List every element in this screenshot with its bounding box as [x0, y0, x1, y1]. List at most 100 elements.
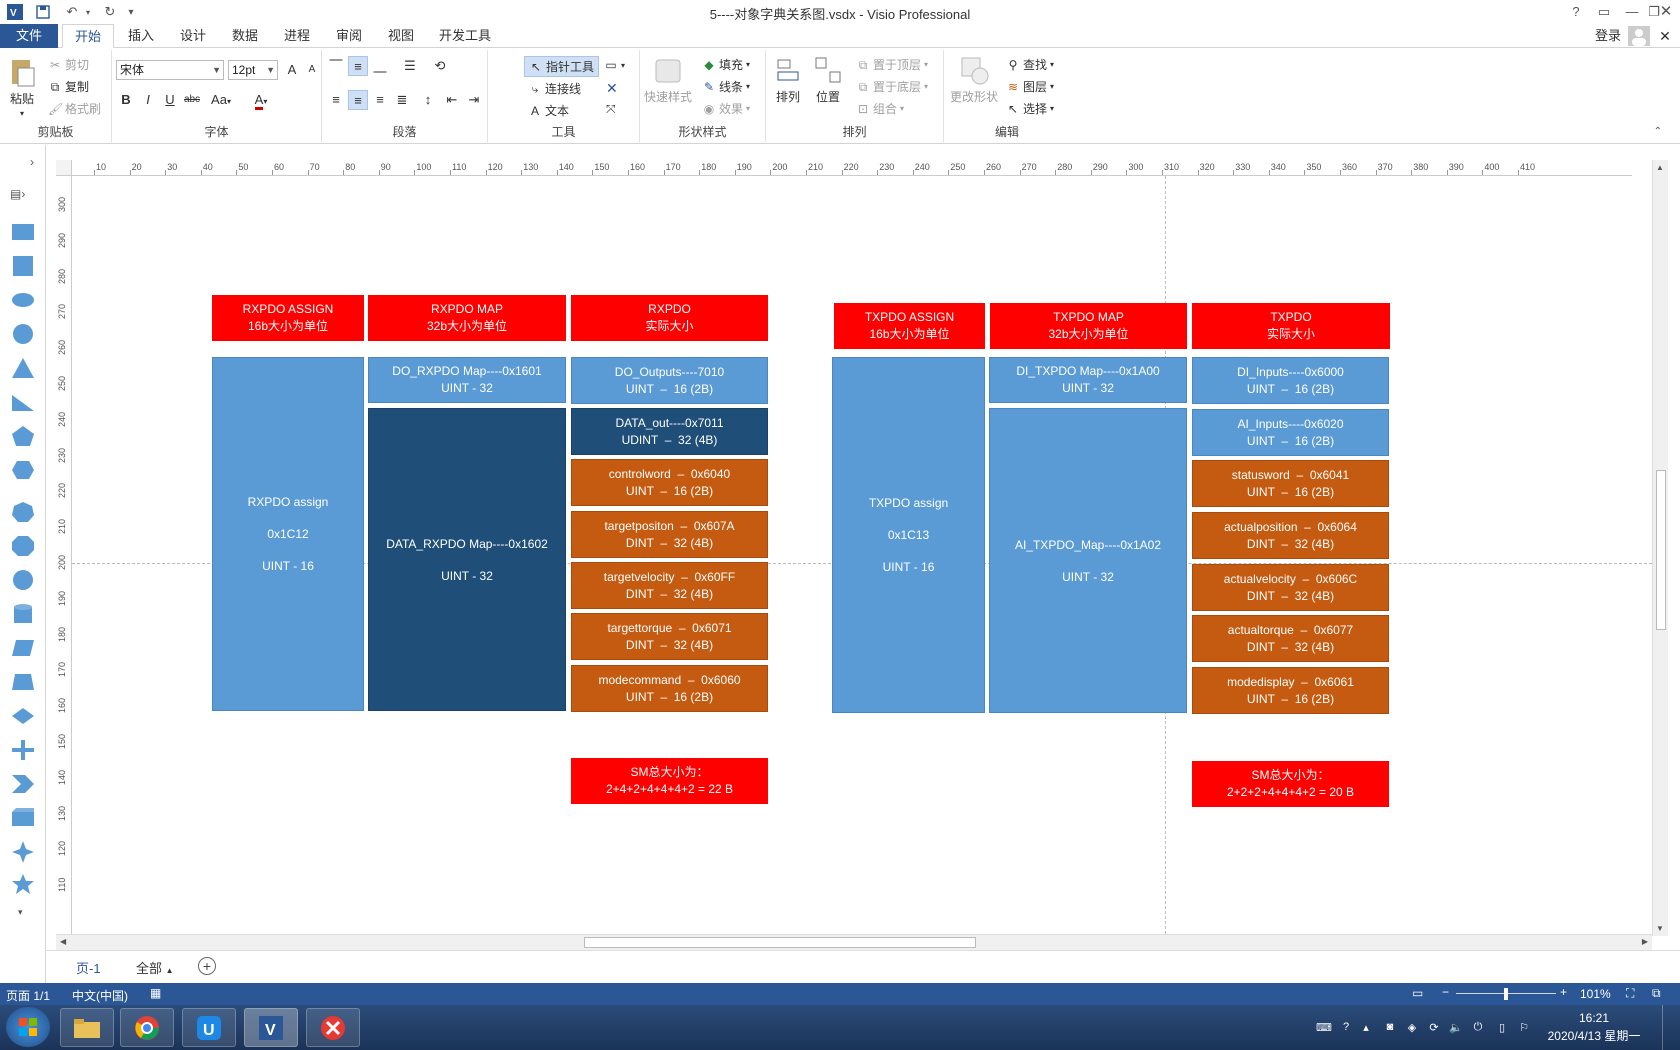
page-status[interactable]: 页面 1/1 — [6, 987, 50, 1004]
zoom-out-button[interactable]: − — [1442, 985, 1449, 999]
hexagon-shape-icon[interactable] — [11, 459, 35, 481]
tab-design[interactable]: 设计 — [170, 24, 216, 48]
text-tool-button[interactable]: A 文本 — [528, 102, 569, 119]
line-spacing-icon[interactable]: ↕ — [418, 90, 438, 110]
tx-object-5[interactable]: actualvelocity – 0x606C DINT – 32 (4B) — [1192, 564, 1389, 611]
tray-sync-icon[interactable]: ⟳ — [1426, 1019, 1442, 1035]
diamond-shape-icon[interactable] — [11, 705, 35, 727]
taskbar-explorer[interactable] — [60, 1008, 114, 1047]
expand-panel-icon[interactable]: › — [30, 155, 34, 169]
tray-security-icon[interactable]: ◈ — [1404, 1019, 1420, 1035]
layers-button[interactable]: ≋ 图层 ▾ — [1006, 78, 1054, 95]
align-left-icon[interactable]: ≡ — [326, 90, 346, 110]
circle-shape-icon[interactable] — [11, 323, 35, 345]
vertical-scroll-thumb[interactable] — [1656, 470, 1666, 630]
tx-object-3[interactable]: statusword – 0x6041 UINT – 16 (2B) — [1192, 460, 1389, 507]
network-icon[interactable]: ▯ — [1494, 1019, 1510, 1035]
increase-indent-icon[interactable]: ⇥ — [464, 90, 484, 110]
help-button[interactable]: ? — [1562, 2, 1590, 22]
scroll-right-icon[interactable]: ▶ — [1642, 937, 1648, 946]
drawing-canvas[interactable]: RXPDO ASSIGN 16b大小为单位 RXPDO MAP 32b大小为单位 R… — [72, 176, 1652, 934]
taskbar-app-u[interactable]: U — [182, 1008, 236, 1047]
txpdo-assign-header[interactable]: TXPDO ASSIGN 16b大小为单位 — [834, 303, 985, 349]
rxpdo-map-header[interactable]: RXPDO MAP 32b大小为单位 — [368, 295, 566, 341]
zoom-in-button[interactable]: + — [1560, 985, 1567, 999]
macro-record-icon[interactable]: ▦ — [150, 986, 161, 1000]
tab-file[interactable]: 文件 — [0, 24, 58, 48]
scroll-left-icon[interactable]: ◀ — [60, 937, 66, 946]
cylinder-shape-icon[interactable] — [11, 603, 35, 625]
paste-button[interactable]: 粘贴 ▾ — [6, 56, 38, 118]
zoom-slider-thumb[interactable] — [1504, 988, 1508, 1000]
tab-view[interactable]: 视图 — [378, 24, 424, 48]
vertical-scrollbar[interactable]: ▲ ▼ — [1652, 160, 1668, 936]
rx-object-2[interactable]: DATA_out----0x7011 UDINT – 32 (4B) — [571, 408, 768, 455]
align-bottom-icon[interactable]: ⎽ — [370, 56, 390, 76]
horizontal-scroll-thumb[interactable] — [584, 937, 976, 948]
rx-object-7[interactable]: modecommand – 0x6060 UINT – 16 (2B) — [571, 665, 768, 712]
rx-object-4[interactable]: targetpositon – 0x607A DINT – 32 (4B) — [571, 511, 768, 558]
power-icon[interactable]: ⏻ — [1470, 1019, 1486, 1035]
scroll-down-icon[interactable]: ▼ — [1656, 924, 1664, 933]
tx-object-4[interactable]: actualposition – 0x6064 DINT – 32 (4B) — [1192, 512, 1389, 559]
bring-front-button[interactable]: ⧉ 置于顶层 ▾ — [856, 56, 928, 73]
help-tray-icon[interactable]: ? — [1338, 1019, 1354, 1035]
horizontal-scrollbar[interactable]: ◀ ▶ — [56, 934, 1652, 950]
rxpdo-assign-header[interactable]: RXPDO ASSIGN 16b大小为单位 — [212, 295, 364, 341]
add-page-icon[interactable]: + — [198, 957, 216, 975]
close-tool-icon[interactable]: ✕ — [606, 80, 618, 97]
rx-object-5[interactable]: targetvelocity – 0x60FF DINT – 32 (4B) — [571, 562, 768, 609]
txpdo-assign-block[interactable]: TXPDO assign 0x1C13 UINT - 16 — [832, 357, 985, 713]
format-painter-button[interactable]: 🖌 格式刷 — [48, 100, 101, 117]
triangle-shape-icon[interactable] — [11, 357, 35, 379]
close-account-icon[interactable]: ✕ — [1652, 24, 1678, 48]
txpdo-map-header[interactable]: TXPDO MAP 32b大小为单位 — [990, 303, 1187, 349]
bullets-icon[interactable]: ☰ — [400, 56, 420, 76]
page-tab-1[interactable]: 页-1 — [76, 958, 101, 977]
zoom-level[interactable]: 101% — [1580, 987, 1611, 1001]
tx-object-2[interactable]: AI_Inputs----0x6020 UINT – 16 (2B) — [1192, 409, 1389, 456]
cut-button[interactable]: ✂ 剪切 — [48, 56, 89, 73]
collapse-ribbon-icon[interactable]: ⌃ — [1654, 126, 1662, 137]
tab-data[interactable]: 数据 — [222, 24, 268, 48]
tx-object-1[interactable]: DI_Inputs----0x6000 UINT – 16 (2B) — [1192, 357, 1389, 404]
line-button[interactable]: ✎ 线条 ▾ — [702, 78, 750, 95]
square-shape-icon[interactable] — [11, 255, 35, 277]
5-point-star-shape-icon[interactable] — [11, 873, 35, 895]
grow-font-button[interactable]: A — [282, 60, 302, 80]
shrink-font-button[interactable]: A — [302, 60, 322, 80]
cross-shape-icon[interactable] — [11, 739, 35, 761]
rectangle-shape-icon[interactable] — [11, 221, 35, 243]
change-case-button[interactable]: Aa▾ — [206, 90, 236, 110]
stencil-menu-icon[interactable]: ▤› — [10, 187, 25, 201]
align-top-icon[interactable]: ⎺ — [326, 56, 346, 76]
heptagon-shape-icon[interactable] — [11, 501, 35, 523]
rectangle-tool-button[interactable]: ▭ ▾ — [604, 58, 625, 72]
keyboard-icon[interactable]: ⌨ — [1316, 1019, 1332, 1035]
right-triangle-shape-icon[interactable] — [11, 391, 35, 413]
tab-review[interactable]: 审阅 — [326, 24, 372, 48]
ellipse-shape-icon[interactable] — [11, 289, 35, 311]
italic-button[interactable]: I — [138, 90, 158, 110]
language-status[interactable]: 中文(中国) — [72, 987, 128, 1004]
pentagon-shape-icon[interactable] — [11, 425, 35, 447]
tx-object-7[interactable]: modedisplay – 0x6061 UINT – 16 (2B) — [1192, 667, 1389, 714]
taskbar-app-x[interactable] — [306, 1008, 360, 1047]
decagon-shape-icon[interactable] — [11, 569, 35, 591]
bold-button[interactable]: B — [116, 90, 136, 110]
switch-windows-icon[interactable]: ⧉ — [1652, 986, 1661, 1001]
all-pages-button[interactable]: 全部 ▲ — [136, 958, 174, 977]
taskbar-visio[interactable]: V — [244, 1008, 298, 1047]
tab-process[interactable]: 进程 — [274, 24, 320, 48]
rx-sm-total[interactable]: SM总大小为： 2+4+2+4+4+4+2 = 22 B — [571, 758, 768, 804]
fill-button[interactable]: ◆ 填充 ▾ — [702, 56, 750, 73]
connection-point-icon[interactable]: ⤧ — [606, 102, 616, 117]
group-button[interactable]: ⊡ 组合 ▾ — [856, 100, 904, 117]
pointer-tool-button[interactable]: ↖ 指针工具 — [524, 56, 600, 77]
rxpdo-map-1602[interactable]: DATA_RXPDO Map----0x1602 UINT - 32 — [368, 408, 566, 711]
txpdo-map-1a00[interactable]: DI_TXPDO Map----0x1A00 UINT - 32 — [989, 357, 1187, 403]
tray-app-icon[interactable]: ◙ — [1382, 1019, 1398, 1035]
close-button[interactable]: ✕ — [1652, 2, 1680, 22]
volume-icon[interactable]: 🔈 — [1448, 1019, 1464, 1035]
parallelogram-shape-icon[interactable] — [11, 637, 35, 659]
